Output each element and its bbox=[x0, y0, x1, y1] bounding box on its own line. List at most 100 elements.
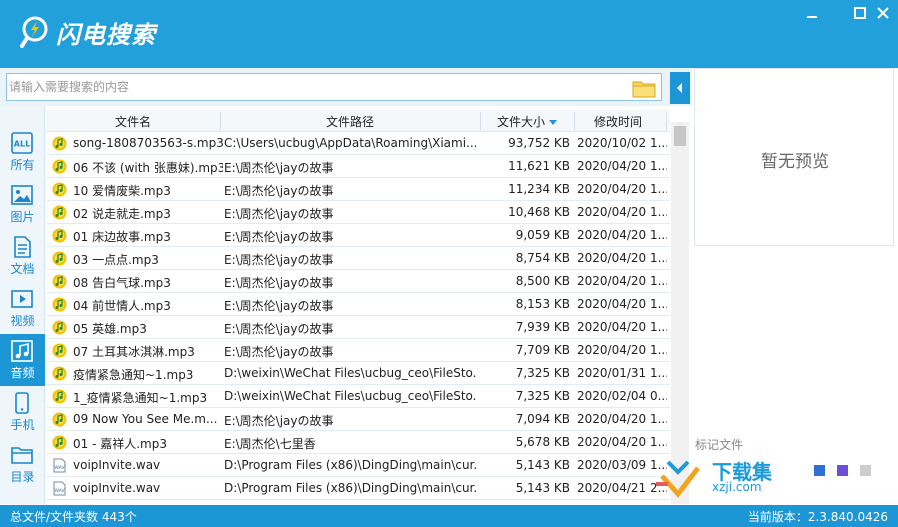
audio-file-icon bbox=[52, 228, 67, 243]
file-date: 2020/04/20 1... bbox=[577, 297, 667, 311]
table-row[interactable]: WAV voipInvite.wav D:\Program Files (x86)\… bbox=[46, 454, 670, 477]
scrollbar-thumb[interactable] bbox=[674, 126, 686, 146]
sidebar-item-label: 图片 bbox=[10, 210, 35, 224]
table-row[interactable]: 01 床边故事.mp3 E:\周杰伦\jayの故事 9,059 KB 2020/04/… bbox=[46, 224, 670, 247]
file-date: 2020/04/20 1... bbox=[577, 251, 667, 265]
wav-file-icon: WAV bbox=[53, 458, 66, 473]
sidebar-item-all[interactable]: ALL 所有 bbox=[0, 126, 45, 178]
sidebar-item-videos[interactable]: 视频 bbox=[0, 282, 45, 334]
sidebar-item-directory[interactable]: 目录 bbox=[0, 438, 45, 490]
file-path: E:\周杰伦\jayの故事 bbox=[224, 207, 334, 221]
file-name: 04 前世情人.mp3 bbox=[73, 299, 171, 313]
file-size: 10,468 KB bbox=[508, 205, 570, 219]
file-date: 2020/04/20 1... bbox=[577, 182, 667, 196]
all-icon-text: ALL bbox=[14, 140, 30, 149]
file-date: 2020/04/20 1... bbox=[577, 274, 667, 288]
file-path: E:\周杰伦\jayの故事 bbox=[224, 345, 334, 359]
column-header-path[interactable]: 文件路径 bbox=[221, 113, 479, 130]
column-divider[interactable] bbox=[666, 112, 667, 130]
file-name: 06 不该 (with 张惠妹).mp3 bbox=[73, 161, 223, 175]
mark-color-swatch[interactable] bbox=[837, 465, 848, 476]
file-date: 2020/04/20 1... bbox=[577, 412, 667, 426]
sidebar-item-documents[interactable]: 文档 bbox=[0, 230, 45, 282]
table-header: 文件名 文件路径 文件大小 修改时间 bbox=[46, 110, 670, 132]
vertical-scrollbar[interactable] bbox=[671, 122, 689, 504]
close-icon[interactable] bbox=[876, 6, 890, 20]
table-row[interactable]: 09 Now You See Me.m... E:\周杰伦\jayの故事 7,094… bbox=[46, 408, 670, 431]
file-date: 2020/04/20 1... bbox=[577, 435, 667, 449]
folder-icon[interactable] bbox=[632, 79, 656, 98]
file-size: 8,153 KB bbox=[515, 297, 570, 311]
search-input[interactable] bbox=[9, 77, 619, 97]
table-row[interactable]: 02 说走就走.mp3 E:\周杰伦\jayの故事 10,468 KB 2020/04… bbox=[46, 201, 670, 224]
file-path: E:\周杰伦\jayの故事 bbox=[224, 299, 334, 313]
file-path: E:\周杰伦\jayの故事 bbox=[224, 253, 334, 267]
collapse-panel-button[interactable] bbox=[670, 72, 690, 104]
table-row[interactable]: 04 前世情人.mp3 E:\周杰伦\jayの故事 8,153 KB 2020/04/… bbox=[46, 293, 670, 316]
file-size: 8,500 KB bbox=[515, 274, 570, 288]
preview-empty-text: 暂无预览 bbox=[761, 152, 829, 172]
folder-icon bbox=[11, 447, 33, 464]
search-box bbox=[6, 73, 662, 101]
audio-file-icon bbox=[52, 205, 67, 220]
file-size: 9,059 KB bbox=[515, 228, 570, 242]
table-row[interactable]: 07 土耳其冰淇淋.mp3 E:\周杰伦\jayの故事 7,709 KB 2020/0… bbox=[46, 339, 670, 362]
maximize-icon[interactable] bbox=[853, 6, 867, 20]
audio-file-icon bbox=[52, 136, 67, 151]
app-title: 闪电搜索 bbox=[56, 21, 156, 49]
file-name: 疫情紧急通知~1.mp3 bbox=[73, 368, 194, 382]
table-row[interactable]: 疫情紧急通知~1.mp3 D:\weixin\WeChat Files\ucbug… bbox=[46, 362, 670, 385]
file-size: 7,325 KB bbox=[515, 366, 570, 380]
file-size: 7,094 KB bbox=[515, 412, 570, 426]
table-row[interactable]: song-1808703563-s.mp3 C:\Users\ucbug\AppD… bbox=[46, 132, 670, 155]
file-size: 5,143 KB bbox=[515, 481, 570, 495]
sidebar-item-images[interactable]: 图片 bbox=[0, 178, 45, 230]
file-size: 11,621 KB bbox=[508, 159, 570, 173]
audio-file-icon bbox=[52, 366, 67, 381]
file-name: 01 床边故事.mp3 bbox=[73, 230, 171, 244]
file-name: 03 一点点.mp3 bbox=[73, 253, 159, 267]
sidebar-item-label: 文档 bbox=[10, 262, 35, 276]
file-date: 2020/02/04 0... bbox=[577, 389, 667, 403]
svg-text:WAV: WAV bbox=[54, 465, 65, 471]
file-name: 08 告白气球.mp3 bbox=[73, 276, 171, 290]
sidebar-item-label: 目录 bbox=[10, 470, 35, 484]
version-text: 当前版本：2.3.840.0426 bbox=[747, 510, 888, 524]
file-path: E:\周杰伦\jayの故事 bbox=[224, 414, 334, 428]
sidebar-item-label: 所有 bbox=[10, 158, 35, 172]
column-header-name[interactable]: 文件名 bbox=[46, 113, 220, 130]
minimize-icon[interactable] bbox=[805, 6, 819, 20]
table-row[interactable]: 08 告白气球.mp3 E:\周杰伦\jayの故事 8,500 KB 2020/04/… bbox=[46, 270, 670, 293]
status-bar: 总文件/文件夹数 443个 当前版本：2.3.840.0426 bbox=[0, 505, 898, 527]
sidebar-item-audio[interactable]: 音频 bbox=[0, 334, 45, 386]
column-header-size[interactable]: 文件大小 bbox=[481, 113, 573, 130]
file-name: song-1808703563-s.mp3 bbox=[73, 136, 223, 150]
file-path: D:\weixin\WeChat Files\ucbug_ceo\FileSto… bbox=[224, 366, 476, 380]
table-row[interactable]: 01 - 嘉祥人.mp3 E:\周杰伦\七里香 5,678 KB 2020/04/20… bbox=[46, 431, 670, 454]
column-header-date[interactable]: 修改时间 bbox=[575, 113, 661, 130]
file-date: 2020/04/20 1... bbox=[577, 343, 667, 357]
sidebar-item-phone[interactable]: 手机 bbox=[0, 386, 45, 438]
table-row[interactable]: 03 一点点.mp3 E:\周杰伦\jayの故事 8,754 KB 2020/04/2… bbox=[46, 247, 670, 270]
watermark: 下载集 xzji.com bbox=[640, 454, 800, 500]
audio-file-icon bbox=[52, 182, 67, 197]
table-row[interactable]: 05 英雄.mp3 E:\周杰伦\jayの故事 7,939 KB 2020/04/20… bbox=[46, 316, 670, 339]
file-size: 5,678 KB bbox=[515, 435, 570, 449]
audio-file-icon bbox=[52, 159, 67, 174]
title-bar: 闪电搜索 bbox=[0, 0, 898, 68]
file-name: voipInvite.wav bbox=[73, 458, 161, 472]
audio-file-icon bbox=[52, 412, 67, 427]
column-header-size-label: 文件大小 bbox=[496, 115, 545, 129]
mark-color-swatch[interactable] bbox=[860, 465, 871, 476]
table-row[interactable]: 1_疫情紧急通知~1.mp3 D:\weixin\WeChat Files\ucb… bbox=[46, 385, 670, 408]
table-row[interactable]: 10 爱情废柴.mp3 E:\周杰伦\jayの故事 11,234 KB 2020/04… bbox=[46, 178, 670, 201]
table-row[interactable]: 06 不该 (with 张惠妹).mp3 E:\周杰伦\jayの故事 11,621 … bbox=[46, 155, 670, 178]
file-list: song-1808703563-s.mp3 C:\Users\ucbug\AppD… bbox=[46, 132, 670, 504]
audio-file-icon bbox=[52, 343, 67, 358]
mark-color-swatch[interactable] bbox=[814, 465, 825, 476]
file-path: E:\周杰伦\jayの故事 bbox=[224, 276, 334, 290]
file-path: E:\周杰伦\jayの故事 bbox=[224, 230, 334, 244]
table-row[interactable]: WAV voipInvite.wav D:\Program Files (x86)\… bbox=[46, 477, 670, 500]
file-size: 5,143 KB bbox=[515, 458, 570, 472]
image-icon bbox=[11, 185, 33, 205]
